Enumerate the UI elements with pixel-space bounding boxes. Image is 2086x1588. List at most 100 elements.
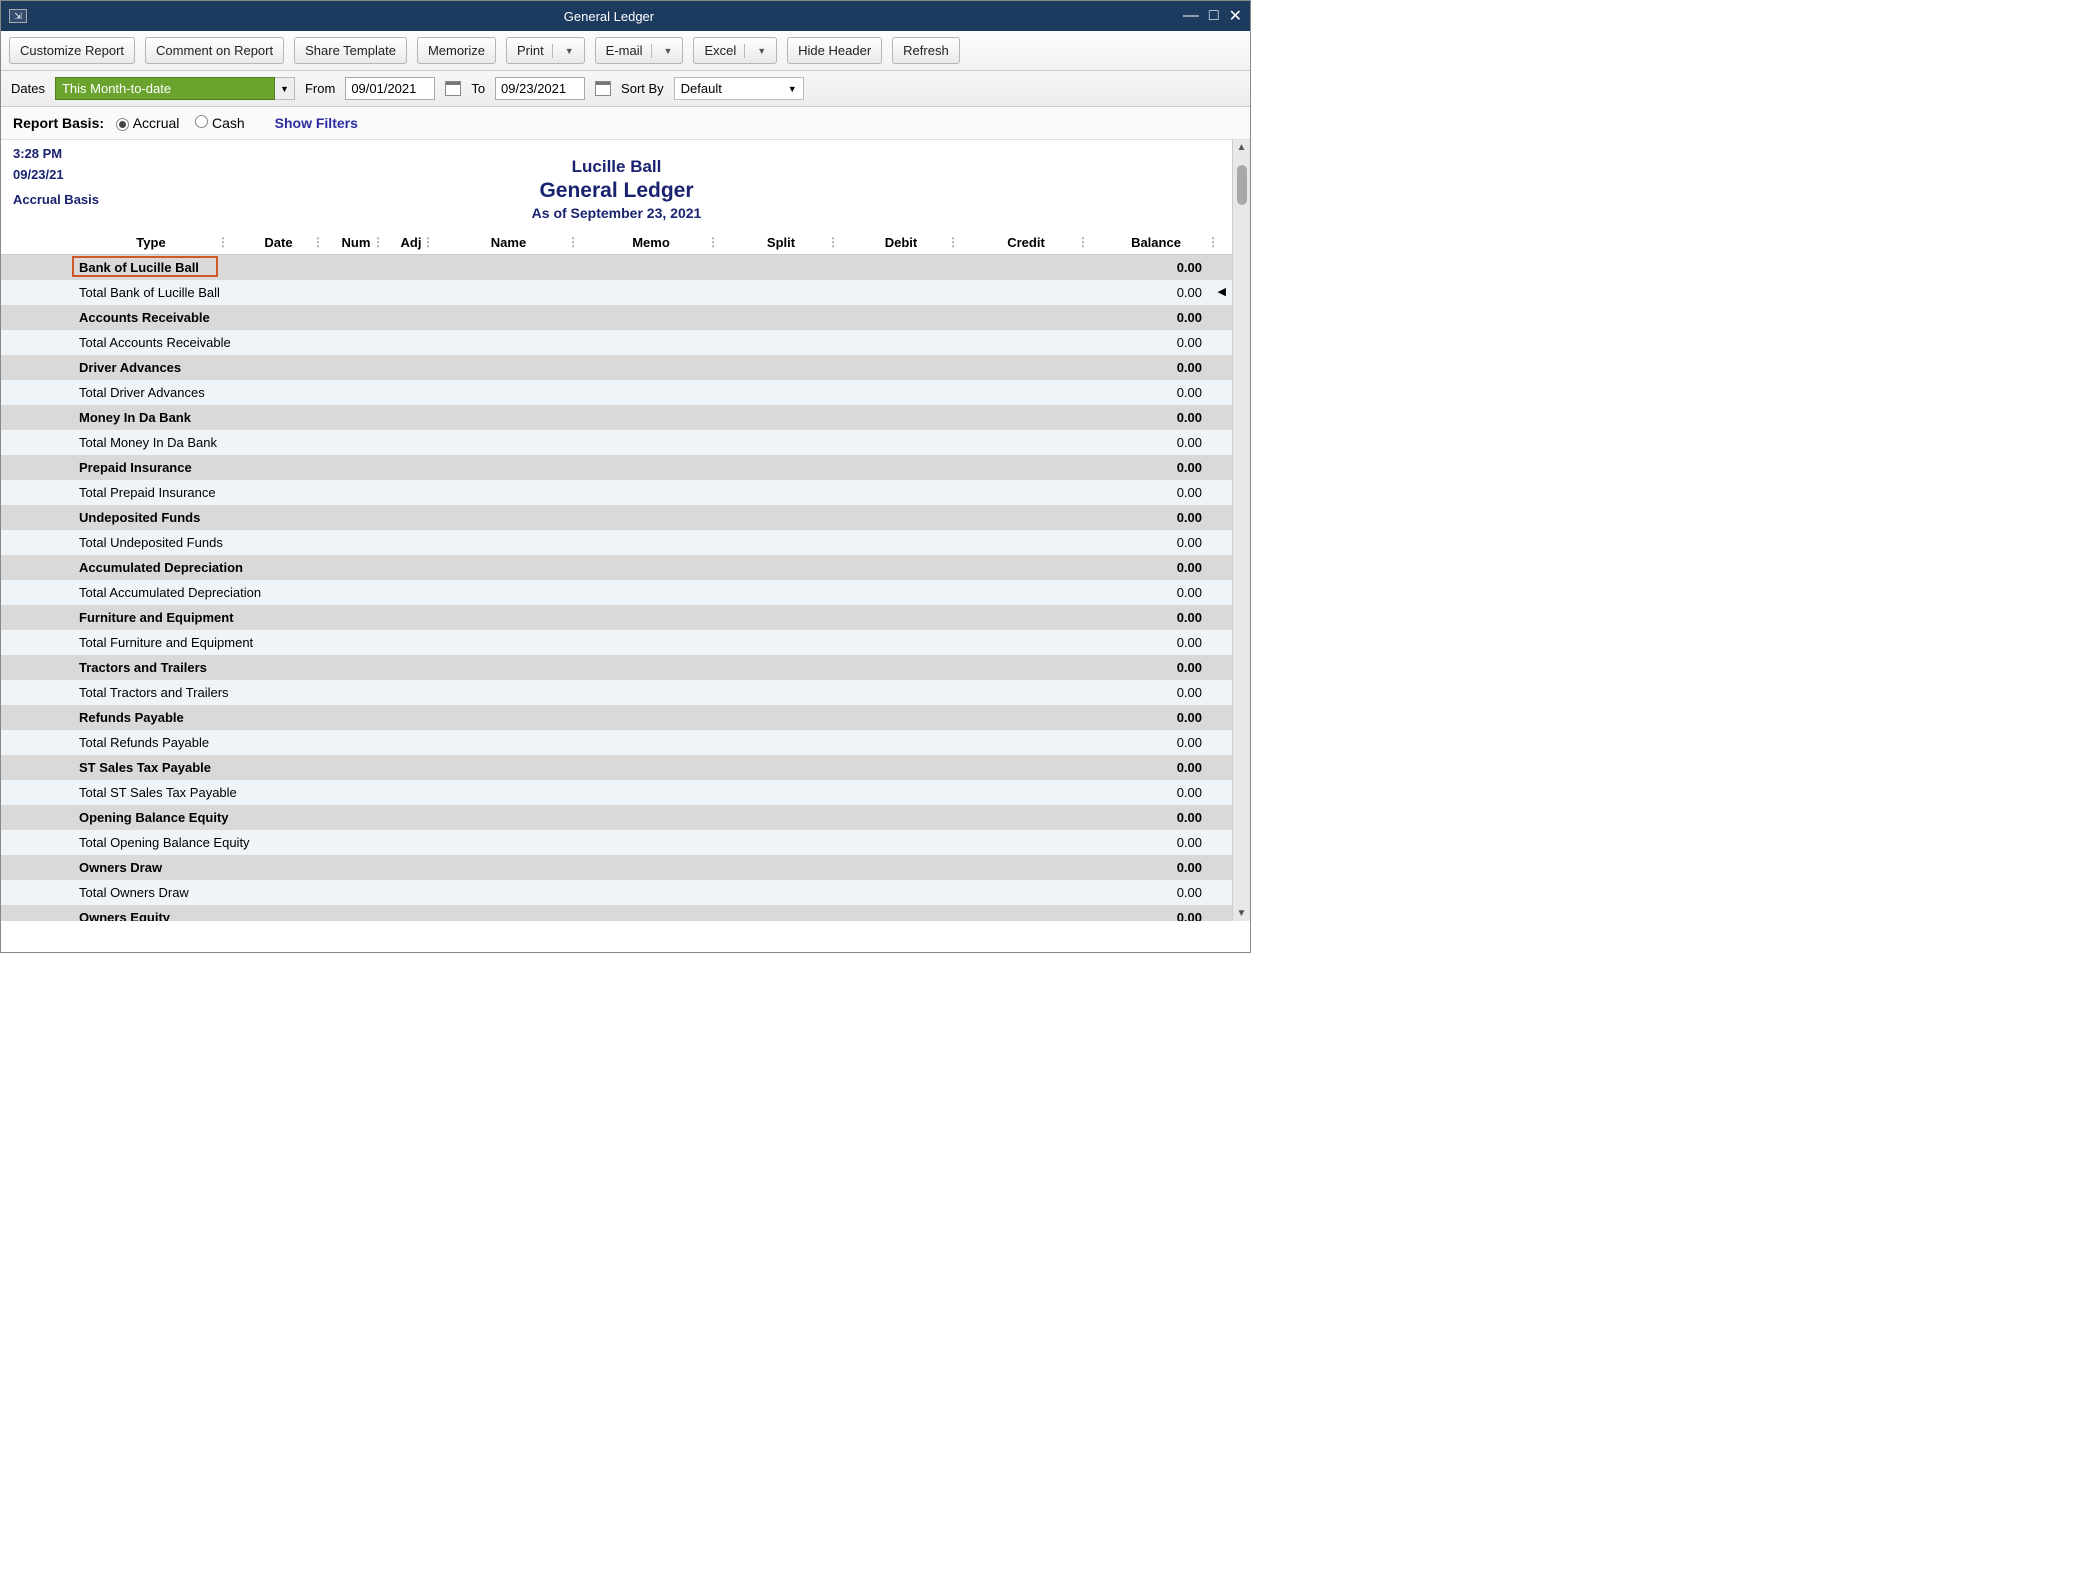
row-balance: 0.00 <box>1082 760 1232 775</box>
refresh-button[interactable]: Refresh <box>892 37 960 64</box>
table-row[interactable]: Refunds Payable0.00 <box>1 705 1232 730</box>
print-button[interactable]: Print▼ <box>506 37 585 64</box>
row-balance: 0.00 <box>1082 735 1232 750</box>
row-label: Total Driver Advances <box>1 385 1082 400</box>
table-row[interactable]: Tractors and Trailers0.00 <box>1 655 1232 680</box>
col-num[interactable]: Num <box>326 235 386 250</box>
report-body: ▶ Bank of Lucille Ball0.00Total Bank of … <box>1 255 1232 921</box>
row-label: Total Prepaid Insurance <box>1 485 1082 500</box>
report-area: 3:28 PM 09/23/21 Accrual Basis Lucille B… <box>1 140 1232 921</box>
col-name[interactable]: Name <box>436 235 581 250</box>
table-row[interactable]: Total Accumulated Depreciation0.00 <box>1 580 1232 605</box>
row-balance: 0.00 <box>1082 635 1232 650</box>
row-label: Total Opening Balance Equity <box>1 835 1082 850</box>
table-row[interactable]: Money In Da Bank0.00 <box>1 405 1232 430</box>
close-button[interactable]: ✕ <box>1229 6 1242 26</box>
window-titlebar: ⇲ General Ledger — □ ✕ <box>1 1 1250 31</box>
cash-radio-label: Cash <box>212 115 245 131</box>
calendar-icon[interactable] <box>445 81 461 96</box>
row-label: Total ST Sales Tax Payable <box>1 785 1082 800</box>
row-label: Owners Draw <box>1 860 1082 875</box>
maximize-button[interactable]: □ <box>1209 7 1219 25</box>
vertical-scrollbar[interactable]: ▲ ▼ <box>1232 140 1250 921</box>
row-balance: 0.00 <box>1082 660 1232 675</box>
col-credit[interactable]: Credit <box>961 235 1091 250</box>
table-row[interactable]: Total Owners Draw0.00 <box>1 880 1232 905</box>
customize-report-button[interactable]: Customize Report <box>9 37 135 64</box>
table-row[interactable]: Undeposited Funds0.00 <box>1 505 1232 530</box>
scroll-up-icon[interactable]: ▲ <box>1237 142 1247 153</box>
row-label: Accounts Receivable <box>1 310 1082 325</box>
table-row[interactable]: Total ST Sales Tax Payable0.00 <box>1 780 1232 805</box>
col-split[interactable]: Split <box>721 235 841 250</box>
col-type[interactable]: Type <box>71 235 231 250</box>
minimize-button[interactable]: — <box>1183 7 1199 25</box>
row-label: Total Owners Draw <box>1 885 1082 900</box>
table-row[interactable]: Owners Equity0.00 <box>1 905 1232 921</box>
excel-button[interactable]: Excel▼ <box>693 37 777 64</box>
row-label: Total Bank of Lucille Ball <box>1 285 1082 300</box>
col-balance[interactable]: Balance <box>1091 235 1221 250</box>
chevron-down-icon[interactable]: ▼ <box>664 46 673 56</box>
table-row[interactable]: Accumulated Depreciation0.00 <box>1 555 1232 580</box>
row-label: Total Furniture and Equipment <box>1 635 1082 650</box>
cash-radio[interactable] <box>195 115 208 128</box>
basis-label: Report Basis: <box>13 115 104 131</box>
chevron-down-icon: ▼ <box>788 84 797 94</box>
col-debit[interactable]: Debit <box>841 235 961 250</box>
chevron-down-icon[interactable]: ▼ <box>757 46 766 56</box>
row-label: ST Sales Tax Payable <box>1 760 1082 775</box>
table-row[interactable]: Opening Balance Equity0.00 <box>1 805 1232 830</box>
table-row[interactable]: Total Prepaid Insurance0.00 <box>1 480 1232 505</box>
table-row[interactable]: Total Money In Da Bank0.00 <box>1 430 1232 455</box>
window-title: General Ledger <box>35 9 1183 24</box>
table-row[interactable]: Total Accounts Receivable0.00 <box>1 330 1232 355</box>
table-row[interactable]: Prepaid Insurance0.00 <box>1 455 1232 480</box>
table-row[interactable]: Total Driver Advances0.00 <box>1 380 1232 405</box>
chevron-down-icon[interactable]: ▼ <box>565 46 574 56</box>
table-row[interactable]: Driver Advances0.00 <box>1 355 1232 380</box>
accrual-radio[interactable] <box>116 118 129 131</box>
row-balance: 0.00 <box>1082 585 1232 600</box>
sort-by-dropdown[interactable]: Default▼ <box>674 77 804 100</box>
row-label: Total Money In Da Bank <box>1 435 1082 450</box>
show-filters-link[interactable]: Show Filters <box>275 115 358 131</box>
scroll-thumb[interactable] <box>1237 165 1247 205</box>
table-row[interactable]: Total Opening Balance Equity0.00 <box>1 830 1232 855</box>
table-row[interactable]: Total Bank of Lucille Ball0.00◀ <box>1 280 1232 305</box>
dates-label: Dates <box>11 81 45 96</box>
table-row[interactable]: Owners Draw0.00 <box>1 855 1232 880</box>
row-label: Furniture and Equipment <box>1 610 1082 625</box>
scroll-down-icon[interactable]: ▼ <box>1237 908 1247 919</box>
table-row[interactable]: Bank of Lucille Ball0.00 <box>1 255 1232 280</box>
date-range-dropdown[interactable]: This Month-to-date <box>55 77 275 100</box>
memorize-button[interactable]: Memorize <box>417 37 496 64</box>
row-balance: 0.00 <box>1082 885 1232 900</box>
table-row[interactable]: Total Refunds Payable0.00 <box>1 730 1232 755</box>
row-balance: 0.00 <box>1082 385 1232 400</box>
column-headers: Type Date Num Adj Name Memo Split Debit … <box>1 231 1232 255</box>
table-row[interactable]: ST Sales Tax Payable0.00 <box>1 755 1232 780</box>
table-row[interactable]: Total Tractors and Trailers0.00 <box>1 680 1232 705</box>
col-date[interactable]: Date <box>231 235 326 250</box>
row-label: Driver Advances <box>1 360 1082 375</box>
hide-header-button[interactable]: Hide Header <box>787 37 882 64</box>
table-row[interactable]: Furniture and Equipment0.00 <box>1 605 1232 630</box>
share-template-button[interactable]: Share Template <box>294 37 407 64</box>
col-memo[interactable]: Memo <box>581 235 721 250</box>
table-row[interactable]: Total Undeposited Funds0.00 <box>1 530 1232 555</box>
row-label: Undeposited Funds <box>1 510 1082 525</box>
from-date-input[interactable] <box>345 77 435 100</box>
expand-icon[interactable]: ⇲ <box>9 9 27 23</box>
comment-on-report-button[interactable]: Comment on Report <box>145 37 284 64</box>
to-date-input[interactable] <box>495 77 585 100</box>
email-button[interactable]: E-mail▼ <box>595 37 684 64</box>
col-adj[interactable]: Adj <box>386 235 436 250</box>
table-row[interactable]: Total Furniture and Equipment0.00 <box>1 630 1232 655</box>
row-balance: 0.00 <box>1082 285 1232 300</box>
row-label: Refunds Payable <box>1 710 1082 725</box>
chevron-down-icon[interactable]: ▼ <box>275 77 295 100</box>
table-row[interactable]: Accounts Receivable0.00 <box>1 305 1232 330</box>
calendar-icon[interactable] <box>595 81 611 96</box>
to-label: To <box>471 81 485 96</box>
